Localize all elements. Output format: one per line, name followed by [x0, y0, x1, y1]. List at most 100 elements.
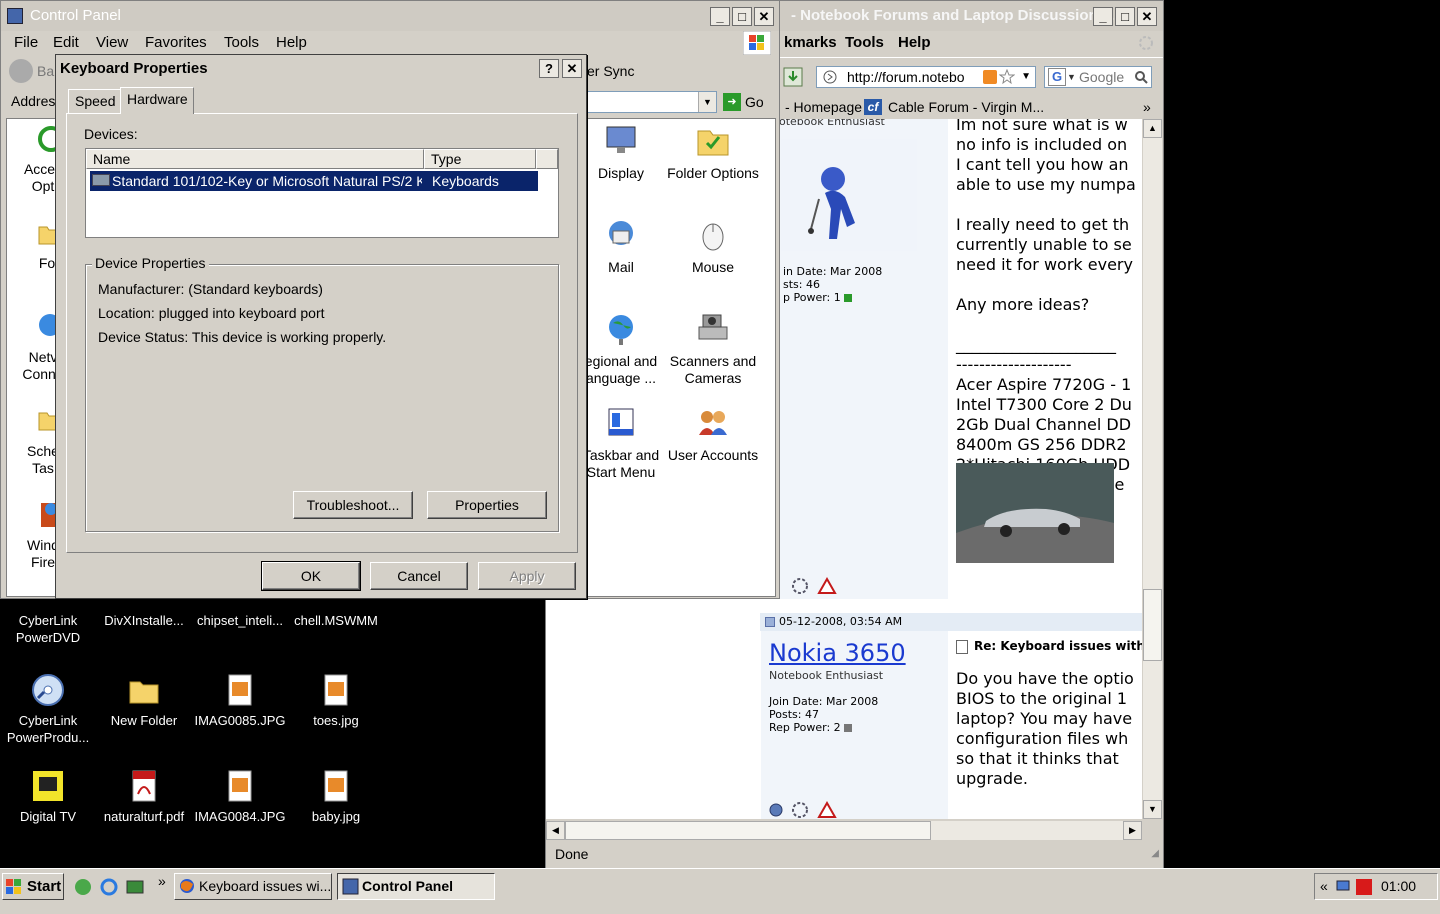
mouse-item[interactable]: Mouse	[665, 217, 761, 276]
post-text-line: Any more ideas?	[956, 295, 1090, 314]
bookmark-star-icon[interactable]	[999, 69, 1015, 85]
download-icon[interactable]	[782, 66, 804, 88]
column-header-name[interactable]: Name	[86, 149, 424, 169]
back-button-label[interactable]: Ba	[37, 63, 54, 79]
display-icon	[606, 126, 636, 153]
properties-button[interactable]: Properties	[427, 491, 547, 519]
url-dropdown-icon[interactable]: ▼	[1021, 67, 1031, 87]
bookmark-cable-forum[interactable]: Cable Forum - Virgin M...	[888, 99, 1044, 115]
display-item[interactable]: Display	[573, 123, 669, 182]
menu-tools[interactable]: Tools	[845, 34, 884, 51]
bookmarks-overflow-chevron[interactable]: »	[1143, 99, 1151, 115]
taskbar-start-menu-item[interactable]: Taskbar and Start Menu	[573, 405, 669, 481]
menu-view[interactable]: View	[96, 34, 128, 51]
scroll-right-button[interactable]: ▶	[1123, 821, 1142, 840]
menu-help[interactable]: Help	[898, 34, 931, 51]
go-button[interactable]: ➜ Go	[723, 91, 764, 113]
devices-list[interactable]: Name Type Standard 101/102-Key or Micros…	[85, 148, 559, 238]
maximize-button[interactable]: □	[732, 7, 752, 26]
back-arrow-icon[interactable]	[9, 59, 33, 83]
help-button[interactable]: ?	[539, 59, 559, 78]
internet-explorer-icon[interactable]	[100, 878, 118, 896]
settings-icon	[792, 578, 808, 594]
show-desktop-icon[interactable]	[126, 878, 144, 896]
tab-speed[interactable]: Speed	[68, 89, 122, 113]
regional-language-item[interactable]: egional and anguage ...	[573, 311, 669, 387]
troubleshoot-button[interactable]: Troubleshoot...	[293, 491, 413, 519]
taskbar-button-firefox[interactable]: Keyboard issues wi...	[174, 873, 332, 900]
system-tray: « 01:00	[1314, 873, 1438, 900]
column-header-type[interactable]: Type	[424, 149, 536, 169]
close-button[interactable]: ✕	[754, 7, 774, 26]
desktop-icon-toes[interactable]: toes.jpg	[288, 672, 384, 729]
post1-action-icons	[792, 577, 837, 594]
ok-button[interactable]: OK	[261, 561, 361, 591]
bookmark-homepage[interactable]: - Homepage	[785, 99, 862, 115]
device-row-keyboard[interactable]: Standard 101/102-Key or Microsoft Natura…	[90, 171, 538, 191]
post-text-line: I cant tell you how an	[956, 155, 1129, 174]
dialog-titlebar[interactable]: Keyboard Properties ? ✕	[56, 55, 586, 83]
cancel-button[interactable]: Cancel	[370, 562, 468, 590]
post-text-line: Acer Aspire 7720G - 1	[956, 375, 1132, 394]
folder-options-item[interactable]: Folder Options	[665, 123, 761, 182]
address-dropdown-icon[interactable]: ▼	[698, 92, 716, 112]
start-button[interactable]: Start	[2, 873, 64, 900]
post2-body: Do you have the optio BIOS to the origina…	[948, 669, 1142, 819]
quicklaunch-update-icon[interactable]	[74, 878, 92, 896]
horizontal-scrollbar[interactable]: ◀ ▶	[546, 821, 1142, 840]
taskbar-button-control-panel[interactable]: Control Panel	[337, 873, 495, 900]
horizontal-scroll-thumb[interactable]	[565, 821, 931, 840]
tab-hardware[interactable]: Hardware	[120, 87, 194, 114]
scroll-down-button[interactable]: ▼	[1143, 800, 1162, 819]
scroll-left-button[interactable]: ◀	[546, 821, 565, 840]
control-panel-menubar: File Edit View Favorites Tools Help	[1, 31, 779, 55]
folder-sync-label[interactable]: er Sync	[587, 63, 634, 79]
post-text-line: 8400m GS 256 DDR2	[956, 435, 1127, 454]
url-bar[interactable]: http://forum.notebo ▼	[816, 66, 1036, 88]
desktop-icon-imag0084[interactable]: IMAG0084.JPG	[192, 768, 288, 825]
minimize-button[interactable]: _	[1093, 7, 1113, 26]
address-input[interactable]: ▼	[587, 91, 717, 113]
scanners-cameras-item[interactable]: Scanners and Cameras	[665, 311, 761, 387]
desktop-icon-new-folder[interactable]: New Folder	[96, 672, 192, 729]
google-icon[interactable]: G	[1048, 68, 1066, 86]
antivirus-tray-icon[interactable]	[1355, 878, 1373, 896]
menu-favorites[interactable]: Favorites	[145, 34, 207, 51]
menu-tools[interactable]: Tools	[224, 34, 259, 51]
scroll-up-button[interactable]: ▲	[1143, 119, 1162, 138]
engine-dropdown-icon[interactable]: ▼	[1067, 67, 1076, 87]
clock[interactable]: 01:00	[1381, 874, 1416, 899]
resize-grip-icon[interactable]: ◢	[1151, 842, 1159, 866]
mail-item[interactable]: Mail	[573, 217, 669, 276]
post2-username-link[interactable]: Nokia 3650	[769, 639, 906, 667]
desktop-icon-digital-tv[interactable]: Digital TV	[0, 768, 96, 825]
menu-help[interactable]: Help	[276, 34, 307, 51]
desktop-icon-cyberlink-powerproducer[interactable]: CyberLink PowerProdu...	[0, 672, 96, 746]
tray-expand-chevron[interactable]: «	[1320, 874, 1328, 899]
desktop-icon-naturalturf-pdf[interactable]: naturalturf.pdf	[96, 768, 192, 825]
post2-join-date: Join Date: Mar 2008	[769, 695, 879, 708]
device-type: Keyboards	[432, 173, 499, 189]
keyboard-properties-dialog[interactable]: Keyboard Properties ? ✕ Speed Hardware D…	[55, 54, 587, 599]
maximize-button[interactable]: □	[1115, 7, 1135, 26]
vertical-scrollbar[interactable]: ▲ ▼	[1143, 119, 1162, 819]
rss-icon[interactable]	[983, 70, 997, 84]
control-panel-titlebar[interactable]: Control Panel _ □ ✕	[1, 1, 779, 31]
apply-button[interactable]: Apply	[478, 562, 576, 590]
menu-bookmarks[interactable]: kmarks	[784, 34, 837, 51]
search-box[interactable]: G ▼ Google	[1044, 66, 1152, 88]
minimize-button[interactable]: _	[710, 7, 730, 26]
user-accounts-item[interactable]: User Accounts	[665, 405, 761, 464]
menu-edit[interactable]: Edit	[53, 34, 79, 51]
desktop-icon-imag0085[interactable]: IMAG0085.JPG	[192, 672, 288, 729]
menu-file[interactable]: File	[14, 34, 38, 51]
site-identity-icon[interactable]	[823, 70, 837, 84]
close-button[interactable]: ✕	[562, 59, 582, 78]
quicklaunch-chevron[interactable]: »	[158, 873, 166, 889]
search-icon[interactable]	[1134, 70, 1148, 84]
close-button[interactable]: ✕	[1137, 7, 1157, 26]
scroll-thumb[interactable]	[1143, 589, 1162, 661]
post-text-line: so that it thinks that	[956, 749, 1119, 768]
network-tray-icon[interactable]	[1335, 879, 1353, 895]
desktop-icon-baby[interactable]: baby.jpg	[288, 768, 384, 825]
